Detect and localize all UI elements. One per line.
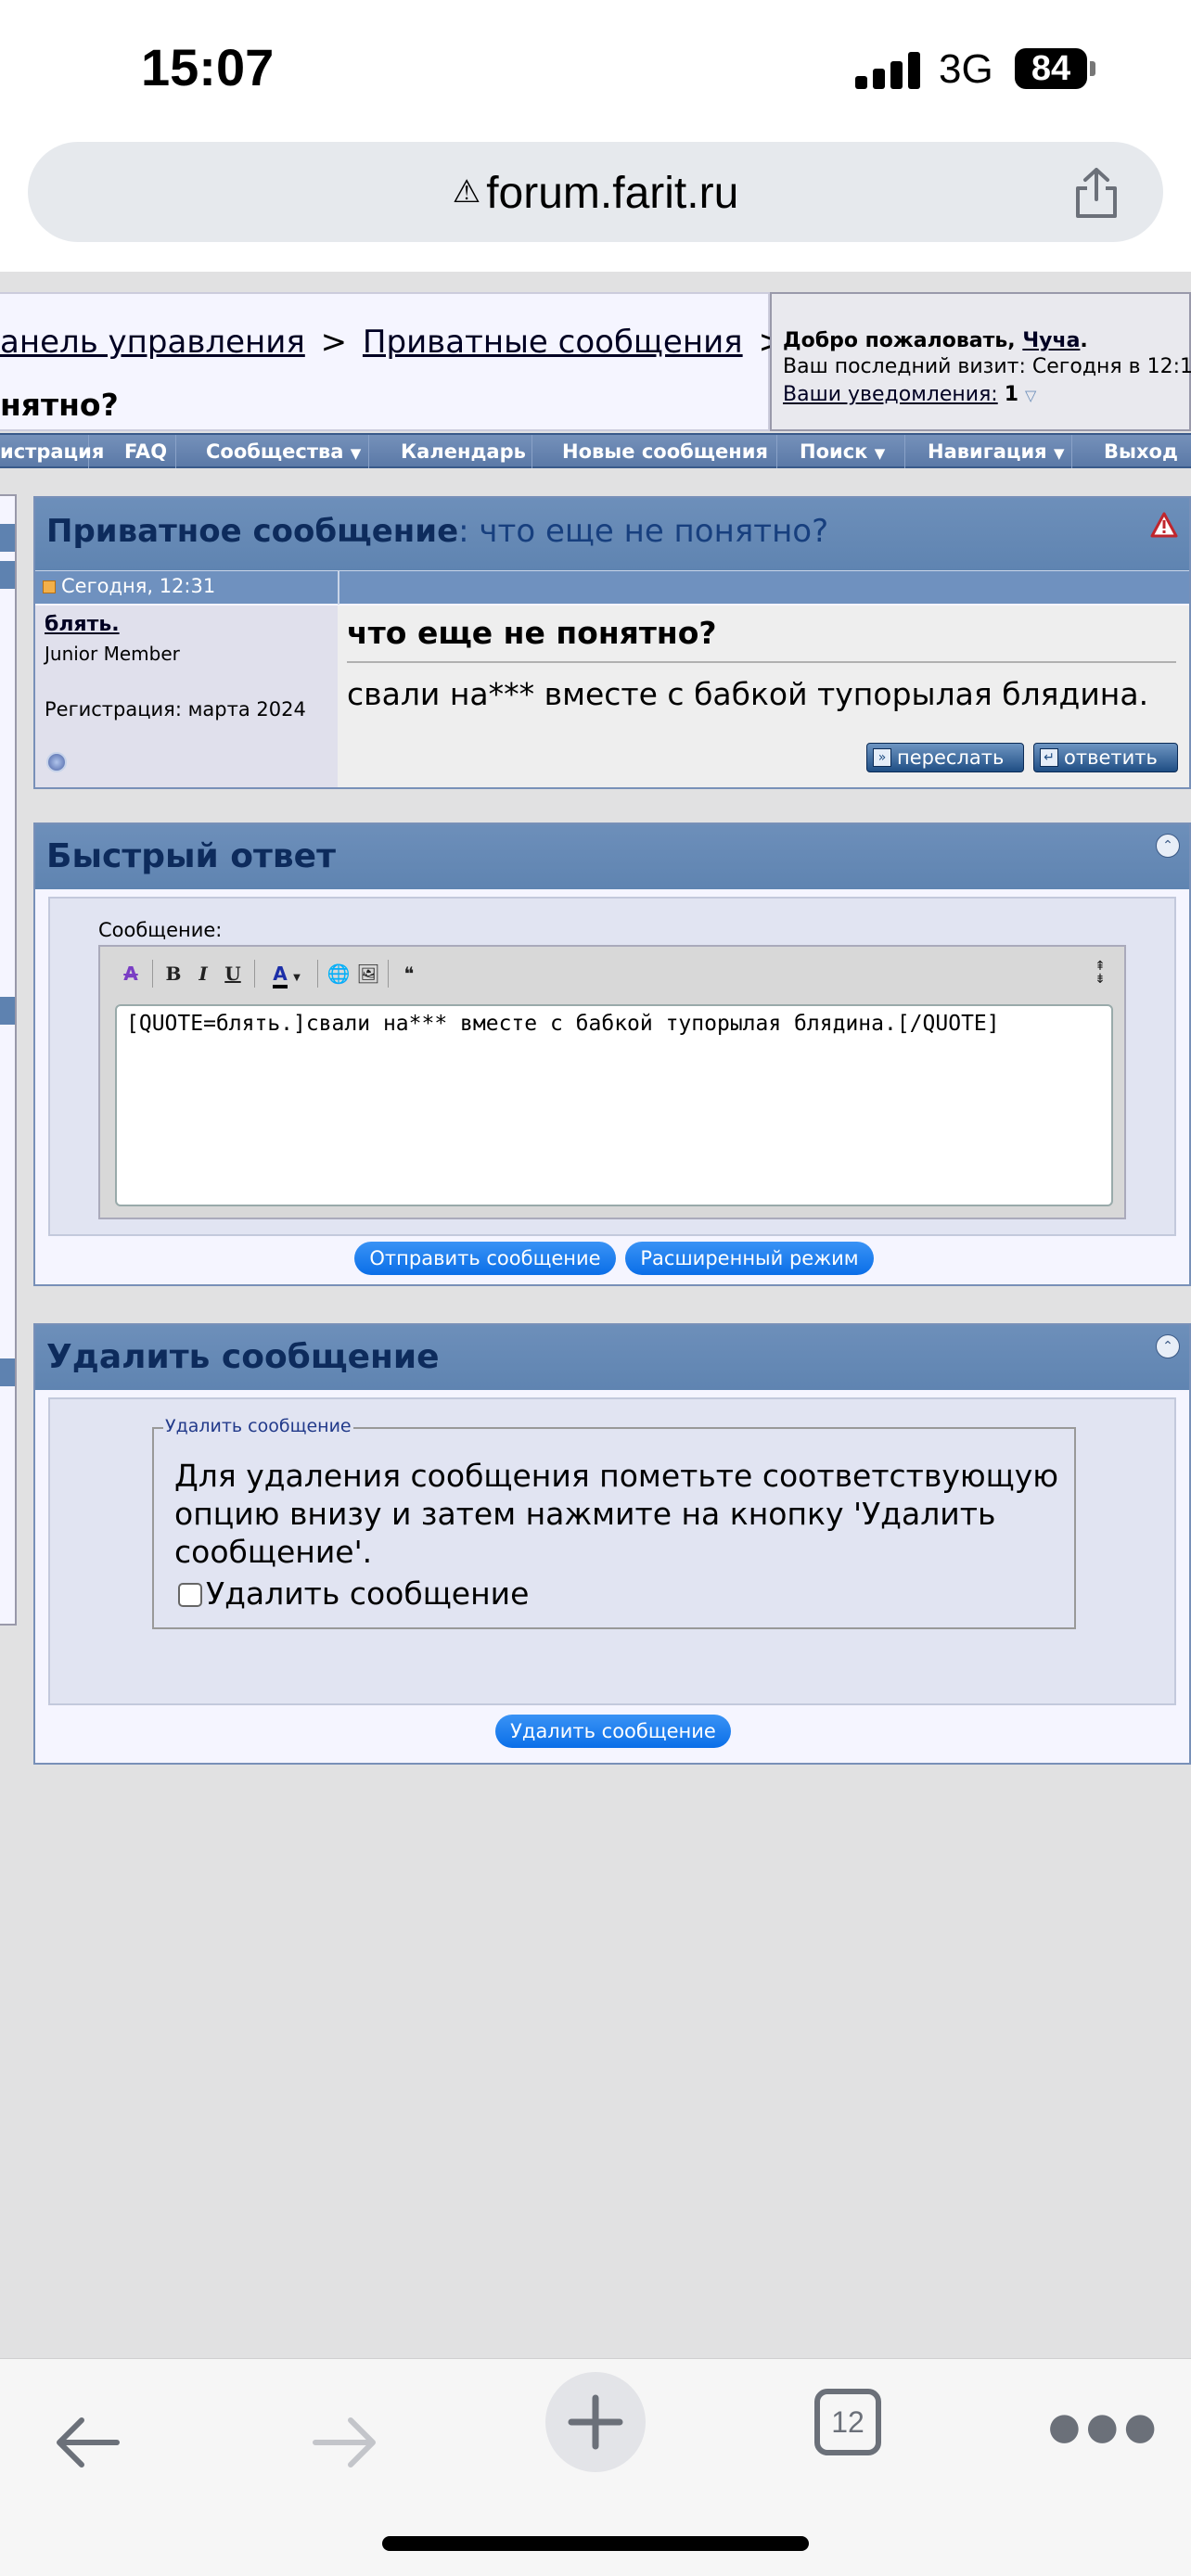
resize-icon[interactable]: ⇞ ⇟ [1089,960,1111,988]
nav-communities[interactable]: Сообщества ▼ [197,435,369,468]
collapse-icon[interactable]: ⌃ [1156,834,1180,858]
remove-format-icon[interactable]: A [117,960,145,988]
author-info: блять. Junior Member Регистрация: марта … [35,606,338,787]
collapse-icon[interactable]: ⌃ [1156,1334,1180,1358]
forward-icon[interactable] [306,2415,380,2470]
panel-header: Удалить сообщение ⌃ [35,1325,1189,1390]
bold-button[interactable]: B [160,960,187,988]
last-visit: Ваш последний визит: Сегодня в 12:16 [783,355,1191,378]
nav-search[interactable]: Поиск ▼ [788,435,905,468]
battery-icon: 84 [1015,48,1087,89]
quote-icon[interactable]: ❝ [395,960,423,988]
browser-address-area: ⚠ forum.farit.ru [0,134,1191,272]
forward-button[interactable]: » переслать [866,743,1024,772]
reply-icon: ↵ [1040,748,1058,767]
insert-link-icon[interactable]: 🌐 [325,960,352,988]
notifications-count: 1 [1004,383,1019,406]
notifications-link[interactable]: Ваши уведомления: [783,383,998,406]
page-title: нятно? [0,387,119,423]
home-indicator [382,2536,809,2551]
delete-checkbox[interactable] [178,1583,202,1607]
nav-calendar[interactable]: Календарь [380,435,532,468]
back-icon[interactable] [52,2415,126,2470]
breadcrumb: анель управления > Приватные сообщения >… [0,292,785,431]
private-message-panel: Приватное сообщение: что еще не понятно?… [33,496,1191,789]
new-tab-button[interactable] [545,2372,646,2472]
send-message-button[interactable]: Отправить сообщение [354,1242,616,1275]
message-date-row: Сегодня, 12:31 [35,570,1189,605]
chevron-down-icon[interactable]: ▽ [1025,387,1036,404]
author-rank: Junior Member [45,643,180,665]
delete-checkbox-label[interactable]: Удалить сообщение [206,1575,529,1612]
nav-faq[interactable]: FAQ [102,435,176,468]
message-content: что еще не понятно? свали на*** вместе с… [338,606,1189,787]
share-icon[interactable] [1070,166,1122,220]
status-time: 15:07 [141,38,275,96]
battery-tip [1090,61,1095,76]
italic-button[interactable]: I [189,960,217,988]
url-text: forum.farit.ru [486,169,739,218]
nav-new-posts[interactable]: Новые сообщения [544,435,777,468]
underline-button[interactable]: U [219,960,247,988]
caret-down-icon: ▼ [874,445,886,462]
reply-button[interactable]: ↵ ответить [1033,743,1178,772]
message-label: Сообщение: [98,919,223,941]
address-bar[interactable]: ⚠ forum.farit.ru [28,142,1163,242]
message-textarea[interactable]: [QUOTE=блять.]свали на*** вместе с бабко… [115,1004,1113,1206]
font-color-button[interactable]: A ▼ [263,960,310,988]
not-secure-icon: ⚠ [452,174,481,210]
panel-title: Удалить сообщение [46,1338,440,1376]
quick-reply-panel: Быстрый ответ ⌃ Сообщение: A B I U A ▼ 🌐… [33,823,1191,1286]
fieldset-legend: Удалить сообщение [163,1416,353,1436]
delete-fieldset: Удалить сообщение Для удаления сообщения… [152,1416,1076,1629]
panel-header: Приватное сообщение: что еще не понятно? [35,498,1189,570]
username-link[interactable]: Чуча [1022,329,1080,352]
nav-navigation[interactable]: Навигация ▼ [918,435,1072,468]
breadcrumb-link-private-messages[interactable]: Приватные сообщения [363,324,743,361]
signal-icon [855,52,920,89]
caret-down-icon: ▼ [293,973,301,983]
status-bar: 15:07 3G 84 [0,0,1191,134]
advanced-mode-button[interactable]: Расширенный режим [625,1242,874,1275]
post-icon [43,580,56,593]
forum-page: анель управления > Приватные сообщения >… [0,272,1191,2358]
nav-logout[interactable]: Выход [1091,435,1191,468]
welcome-box: Добро пожаловать, Чуча. Ваш последний ви… [770,292,1191,431]
caret-down-icon: ▼ [350,445,362,462]
editor: A B I U A ▼ 🌐 🖼 ❝ ⇞ ⇟ [QUOTE=блять.]свали… [98,945,1126,1219]
sidebar-edge [0,494,17,1626]
delete-instructions: Для удаления сообщения пометьте соответс… [174,1458,1059,1570]
panel-title: Приватное сообщение [46,513,459,550]
message-date: Сегодня, 12:31 [61,575,216,597]
panel-title: Быстрый ответ [46,837,336,875]
caret-down-icon: ▼ [1053,445,1065,462]
editor-toolbar: A B I U A ▼ 🌐 🖼 ❝ ⇞ ⇟ [100,947,1124,1001]
breadcrumb-link-control-panel[interactable]: анель управления [0,324,305,361]
insert-image-icon[interactable]: 🖼 [354,960,382,988]
delete-checkbox-row[interactable]: Удалить сообщение [178,1575,529,1612]
delete-message-panel: Удалить сообщение ⌃ Удалить сообщение Дл… [33,1323,1191,1765]
forum-navbar: истрация FAQ Сообщества ▼ Календарь Новы… [0,433,1191,468]
author-registration: Регистрация: марта 2024 [45,698,306,721]
delete-message-button[interactable]: Удалить сообщение [495,1715,731,1748]
online-status-icon [46,752,67,772]
report-icon[interactable] [1150,511,1178,539]
author-link[interactable]: блять. [45,613,120,636]
more-icon[interactable]: ●●● [1048,2405,1162,2448]
panel-header: Быстрый ответ ⌃ [35,824,1189,889]
network-type: 3G [939,46,993,92]
forward-icon: » [873,748,891,767]
message-subject: : что еще не понятно? [458,513,829,550]
tabs-button[interactable]: 12 [814,2389,881,2455]
message-title: что еще не понятно? [347,615,717,651]
message-body: свали на*** вместе с бабкой тупорылая бл… [347,676,1149,712]
plus-icon [568,2394,623,2450]
nav-register[interactable]: истрация [0,435,104,468]
